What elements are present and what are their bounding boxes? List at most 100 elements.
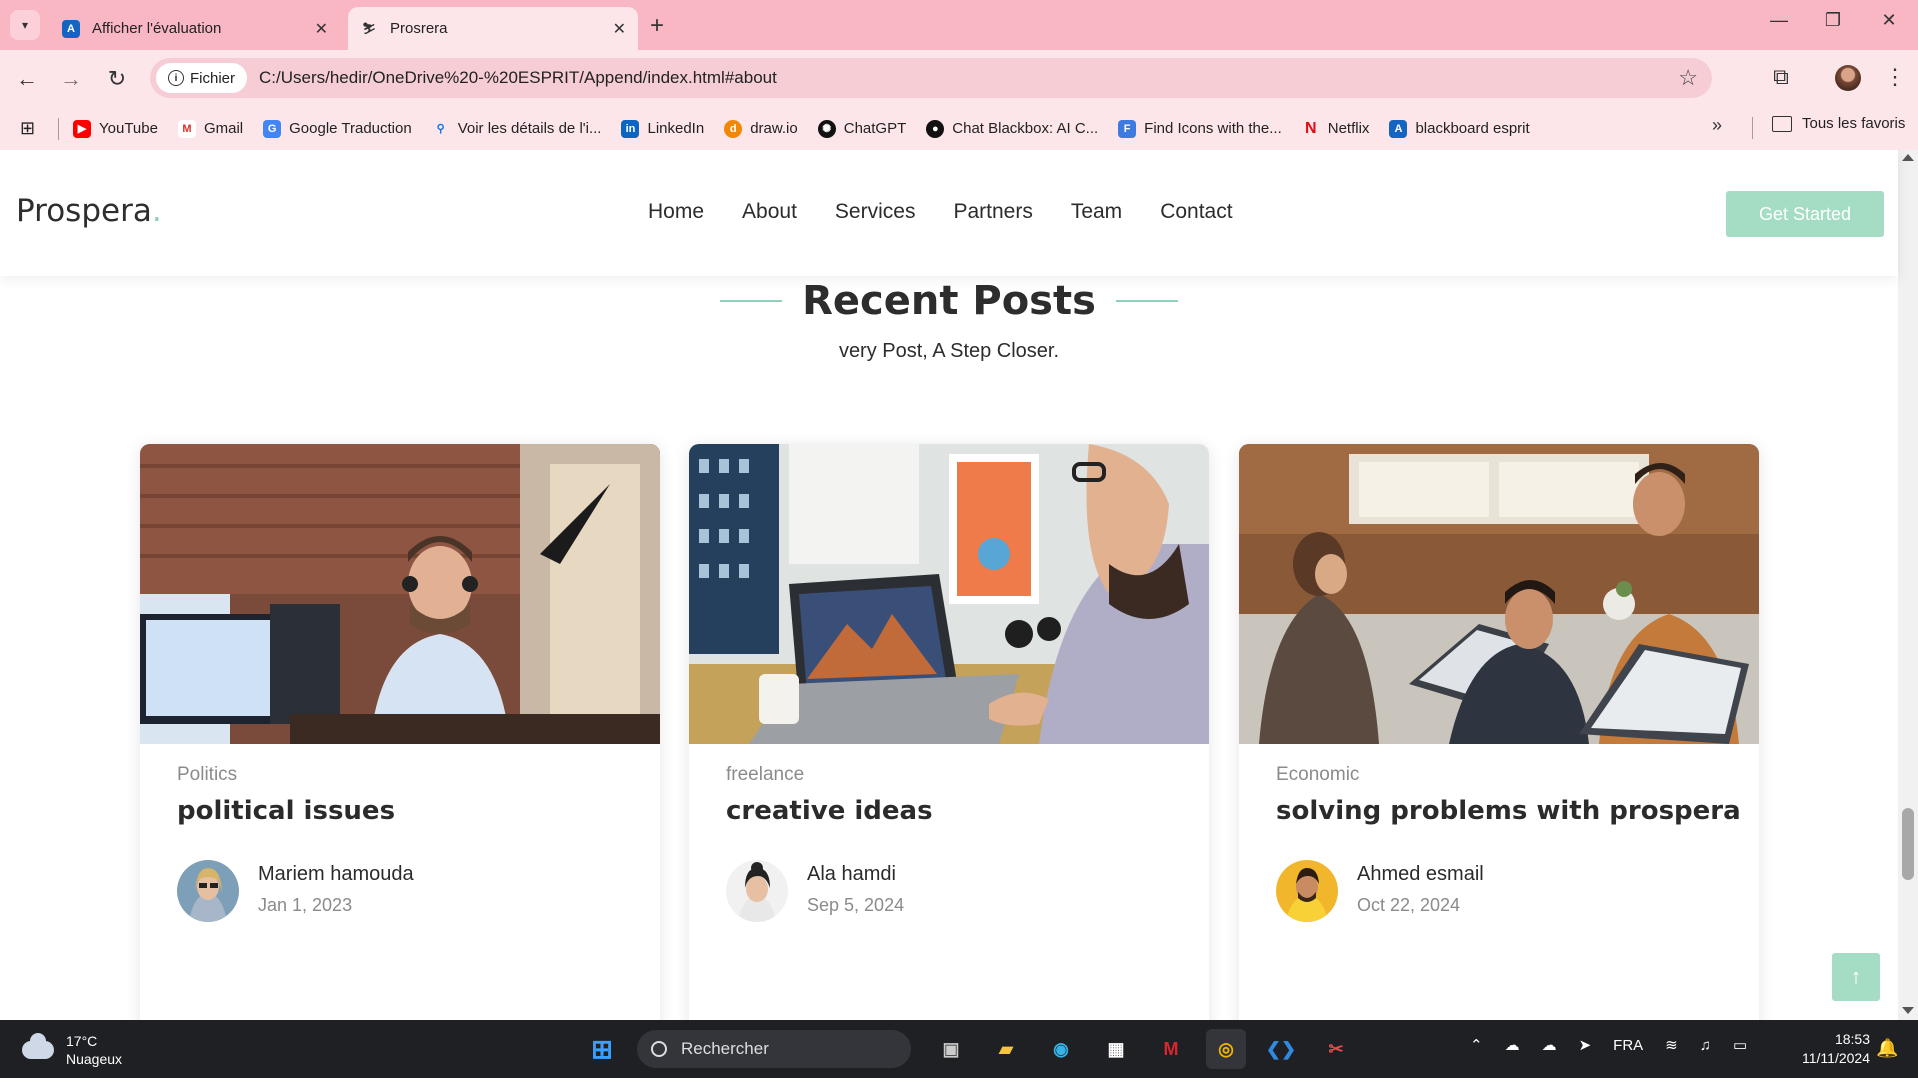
get-started-button[interactable]: Get Started — [1726, 191, 1884, 237]
bookmark-youtube[interactable]: ▶ YouTube — [73, 119, 158, 138]
edge-icon[interactable]: ◉ — [1041, 1029, 1081, 1069]
post-card[interactable]: Politics political issues Mariem hamouda… — [140, 444, 660, 1020]
bookmark-blackboard[interactable]: Ablackboard esprit — [1389, 119, 1530, 138]
bookmark-chatgpt[interactable]: ✺ ChatGPT — [817, 119, 906, 138]
laptop-desk-photo — [689, 444, 1209, 744]
bookmark-star-icon[interactable]: ☆ — [1678, 65, 1698, 91]
window-close-icon[interactable]: ✕ — [1874, 10, 1904, 31]
battery-icon[interactable]: ▭ — [1733, 1036, 1747, 1054]
nav-about[interactable]: About — [742, 200, 797, 224]
blackbox-icon: ● — [926, 119, 945, 138]
address-bar[interactable]: i Fichier C:/Users/hedir/OneDrive%20-%20… — [150, 58, 1712, 98]
vscode-icon[interactable]: ❮❯ — [1261, 1029, 1301, 1069]
taskbar-clock[interactable]: 18:53 11/11/2024 — [1790, 1030, 1870, 1068]
post-title[interactable]: solving problems with prospera — [1276, 796, 1741, 826]
post-title[interactable]: creative ideas — [726, 796, 933, 826]
back-to-top-button[interactable]: ↑ — [1832, 953, 1880, 1001]
close-icon[interactable]: ✕ — [315, 19, 328, 39]
wifi-icon[interactable]: ≋ — [1665, 1036, 1678, 1054]
bookmark-label: Voir les détails de l'i... — [457, 120, 602, 137]
weather-widget[interactable]: 17°C Nuageux — [22, 1032, 122, 1068]
nav-team[interactable]: Team — [1071, 200, 1122, 224]
language-indicator[interactable]: FRA — [1613, 1037, 1643, 1054]
tab-evaluation[interactable]: A Afficher l'évaluation ✕ — [50, 7, 340, 50]
restore-icon[interactable]: ❐ — [1818, 10, 1848, 31]
onedrive-sync-icon[interactable]: ☁ — [1542, 1036, 1557, 1054]
author-portrait — [177, 860, 239, 922]
scroll-down-icon[interactable] — [1902, 1007, 1914, 1014]
weather-desc: Nuageux — [66, 1051, 123, 1067]
profile-avatar[interactable] — [1835, 65, 1861, 91]
kebab-menu-icon[interactable]: ⋮ — [1880, 64, 1910, 90]
url-text[interactable]: C:/Users/hedir/OneDrive%20-%20ESPRIT/App… — [259, 68, 1678, 88]
back-arrow-icon[interactable]: ← — [12, 64, 42, 94]
post-date: Oct 22, 2024 — [1357, 895, 1461, 915]
snipping-tool-icon[interactable]: ✂ — [1316, 1029, 1356, 1069]
new-tab-button[interactable]: + — [650, 12, 664, 40]
post-category[interactable]: Politics — [177, 764, 237, 786]
taskbar-search[interactable]: Rechercher — [637, 1030, 911, 1068]
chevron-up-icon[interactable]: ⌃ — [1470, 1036, 1483, 1054]
title-decoration-line — [1115, 300, 1178, 302]
post-category[interactable]: freelance — [726, 764, 804, 786]
folder-icon — [1772, 115, 1792, 132]
weather-temp: 17°C — [66, 1033, 98, 1049]
bookmarks-bar: ⊞ ▶ YouTube M Gmail G Google Traduction ⚲ Vo… — [0, 107, 1918, 150]
site-header: Prospera. Home About Services Partners T… — [0, 150, 1898, 276]
search-icon: ⚲ — [436, 123, 445, 135]
chrome-icon[interactable]: ◎ — [1206, 1029, 1246, 1069]
nav-home[interactable]: Home — [648, 200, 704, 224]
post-card[interactable]: freelance creative ideas Ala hamdi Sep 5… — [689, 444, 1209, 1020]
translate-icon: G — [263, 119, 282, 138]
scroll-up-icon[interactable] — [1902, 154, 1914, 161]
bookmark-details[interactable]: ⚲ Voir les détails de l'i... — [432, 120, 602, 138]
windows-start-icon[interactable]: ⊞ — [582, 1029, 622, 1069]
location-arrow-icon[interactable]: ➤ — [1579, 1036, 1592, 1054]
notification-bell-icon[interactable]: 🔔 — [1876, 1038, 1898, 1059]
onedrive-error-icon[interactable]: ☁ — [1505, 1036, 1520, 1054]
bookmark-label: Gmail — [203, 120, 244, 137]
extensions-puzzle-icon[interactable]: ⧉ — [1766, 64, 1796, 90]
bookmark-drawio[interactable]: d draw.io — [724, 119, 798, 138]
gmail-icon: M — [177, 119, 196, 138]
volume-icon[interactable]: ♫ — [1700, 1037, 1711, 1054]
bookmark-blackbox[interactable]: ● Chat Blackbox: AI C... — [926, 119, 1098, 138]
bookmark-linkedin[interactable]: in LinkedIn — [621, 119, 704, 138]
forward-arrow-icon[interactable]: → — [56, 64, 86, 94]
bookmark-flaticon[interactable]: F Find Icons with the... — [1118, 119, 1282, 138]
page-scrollbar[interactable] — [1898, 150, 1918, 1020]
office-headset-photo — [140, 444, 660, 744]
close-icon[interactable]: ✕ — [613, 19, 626, 39]
more-bookmarks-icon[interactable]: » — [1712, 115, 1722, 136]
author-avatar — [1276, 860, 1338, 922]
mcafee-icon[interactable]: M — [1151, 1029, 1191, 1069]
nav-partners[interactable]: Partners — [953, 200, 1032, 224]
nav-services[interactable]: Services — [835, 200, 916, 224]
scrollbar-thumb[interactable] — [1902, 808, 1914, 880]
all-bookmarks-button[interactable]: Tous les favoris — [1772, 115, 1905, 132]
post-card[interactable]: Economic solving problems with prospera … — [1239, 444, 1759, 1020]
bookmarks-divider — [1752, 117, 1753, 139]
file-explorer-icon[interactable]: ▰ — [986, 1029, 1026, 1069]
netflix-icon: N — [1304, 119, 1317, 137]
author-portrait — [1276, 860, 1338, 922]
nav-contact[interactable]: Contact — [1160, 200, 1232, 224]
tab-prosrera[interactable]: ⛷ Prosrera ✕ — [348, 7, 638, 50]
bookmark-gmail[interactable]: M Gmail — [177, 119, 244, 138]
apps-grid-icon[interactable]: ⊞ — [20, 118, 42, 139]
bookmark-google-translate[interactable]: G Google Traduction — [263, 119, 412, 138]
main-nav: Home About Services Partners Team Contac… — [648, 200, 1271, 224]
site-info-chip[interactable]: i Fichier — [156, 63, 248, 93]
tab-search-button[interactable]: ▾ — [10, 10, 40, 40]
reload-icon[interactable]: ↻ — [102, 64, 132, 94]
taskbar-search-placeholder: Rechercher — [681, 1039, 769, 1058]
site-info-label: Fichier — [190, 69, 236, 87]
post-title[interactable]: political issues — [177, 796, 395, 826]
minimize-icon[interactable]: — — [1764, 10, 1794, 31]
bookmark-netflix[interactable]: N Netflix — [1302, 119, 1369, 138]
post-category[interactable]: Economic — [1276, 764, 1359, 786]
site-logo[interactable]: Prospera. — [16, 193, 162, 229]
task-view-icon[interactable]: ▣ — [931, 1029, 971, 1069]
microsoft-store-icon[interactable]: ▦ — [1096, 1029, 1136, 1069]
info-icon: i — [168, 70, 184, 86]
